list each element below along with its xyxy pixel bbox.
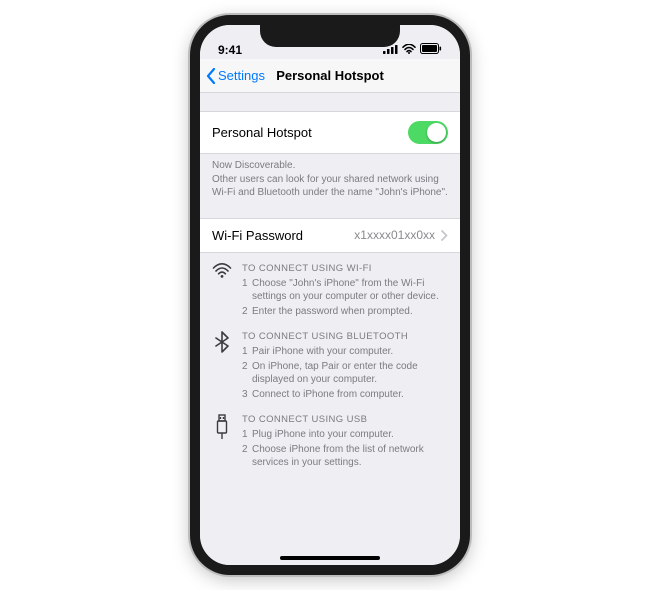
instructions-wifi: TO CONNECT USING WI-FI Choose "John's iP… <box>200 253 460 322</box>
hotspot-toggle-row[interactable]: Personal Hotspot <box>200 111 460 154</box>
bt-header: TO CONNECT USING BLUETOOTH <box>242 331 448 342</box>
bluetooth-section-icon <box>212 331 232 402</box>
wifi-step: Choose "John's iPhone" from the Wi-Fi se… <box>242 277 448 304</box>
back-label: Settings <box>218 68 265 83</box>
discoverable-line2: Other users can look for your shared net… <box>212 173 448 200</box>
home-indicator[interactable] <box>280 556 380 560</box>
nav-bar: Settings Personal Hotspot <box>200 59 460 93</box>
wifi-step: Enter the password when prompted. <box>242 305 448 319</box>
usb-step: Plug iPhone into your computer. <box>242 428 448 442</box>
back-button[interactable]: Settings <box>206 68 265 84</box>
status-time: 9:41 <box>218 43 242 57</box>
bt-step: On iPhone, tap Pair or enter the code di… <box>242 360 448 387</box>
bt-step: Connect to iPhone from computer. <box>242 388 448 402</box>
wifi-header: TO CONNECT USING WI-FI <box>242 263 448 274</box>
discoverable-note: Now Discoverable. Other users can look f… <box>200 154 460 200</box>
wifi-icon <box>402 43 416 57</box>
iphone-frame: 9:41 Settings Personal Hotspot <box>190 15 470 575</box>
screen: 9:41 Settings Personal Hotspot <box>200 25 460 565</box>
discoverable-line1: Now Discoverable. <box>212 159 448 173</box>
chevron-left-icon <box>206 68 216 84</box>
wifi-section-icon <box>212 263 232 320</box>
hotspot-toggle-label: Personal Hotspot <box>212 125 312 140</box>
wifi-password-value: x1xxxx01xx0xx <box>354 228 435 242</box>
chevron-right-icon <box>441 230 448 241</box>
wifi-password-row[interactable]: Wi-Fi Password x1xxxx01xx0xx <box>200 218 460 253</box>
notch <box>260 25 400 47</box>
instructions-usb: TO CONNECT USING USB Plug iPhone into yo… <box>200 404 460 473</box>
content: Personal Hotspot Now Discoverable. Other… <box>200 93 460 565</box>
hotspot-toggle[interactable] <box>408 121 448 144</box>
wifi-password-label: Wi-Fi Password <box>212 228 303 243</box>
battery-icon <box>420 43 442 57</box>
usb-step: Choose iPhone from the list of network s… <box>242 443 448 470</box>
bt-step: Pair iPhone with your computer. <box>242 345 448 359</box>
instructions-bluetooth: TO CONNECT USING BLUETOOTH Pair iPhone w… <box>200 321 460 404</box>
usb-section-icon <box>212 414 232 471</box>
usb-header: TO CONNECT USING USB <box>242 414 448 425</box>
